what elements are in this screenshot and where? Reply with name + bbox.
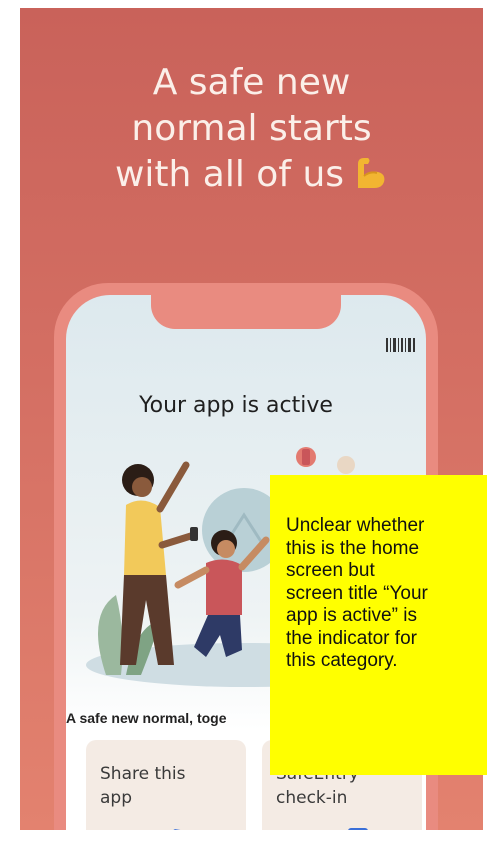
headline-line-3: with all of us	[20, 152, 483, 198]
headline: A safe new normal starts with all of us	[20, 60, 483, 198]
flexed-biceps-icon	[358, 158, 385, 188]
phone-notch	[151, 295, 341, 329]
share-app-label: Share this app	[100, 764, 186, 808]
headline-line-1: A safe new	[152, 62, 351, 103]
barcode-icon[interactable]	[384, 335, 418, 355]
share-phones-icon	[167, 829, 191, 830]
annotation-note: Unclear whether this is the home screen …	[270, 475, 487, 775]
screen-title: Your app is active	[139, 393, 333, 418]
headline-line-2: normal starts	[131, 108, 372, 149]
share-app-card[interactable]: Share this app	[86, 740, 246, 830]
phone-checkin-icon	[348, 828, 368, 830]
